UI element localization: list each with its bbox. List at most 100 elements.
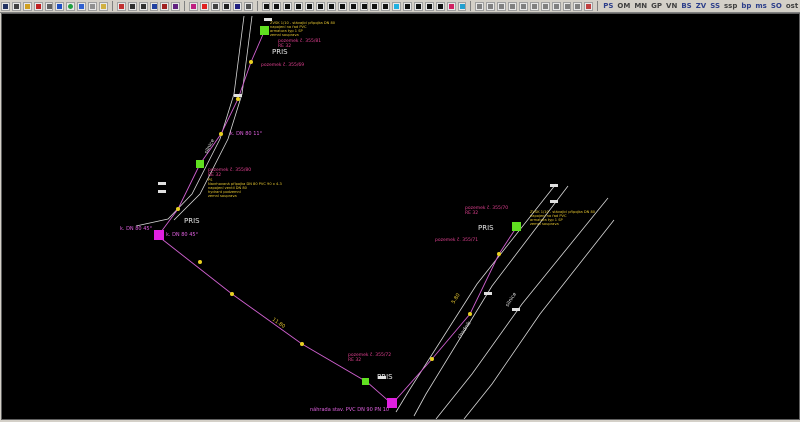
redraw-icon[interactable] (160, 1, 170, 11)
print-icon[interactable] (11, 1, 21, 11)
station-marker (512, 308, 520, 311)
draw-tool-2-icon[interactable] (272, 1, 282, 11)
survey-point (236, 97, 240, 101)
arc-icon[interactable] (497, 1, 507, 11)
flag-icon[interactable] (573, 1, 583, 11)
sheet-label: RE 32 (348, 357, 361, 363)
layer-button-zv[interactable]: ZV (696, 0, 707, 12)
pipe-note: náhrada stav. PVC DN 90 PN 10 (310, 406, 389, 413)
undo-icon[interactable] (116, 1, 126, 11)
toolbar-separator (111, 1, 113, 11)
open-file-icon[interactable] (22, 1, 32, 11)
arrow-icon[interactable] (519, 1, 528, 11)
layer-button-mn[interactable]: MN (634, 0, 647, 12)
insert-icon[interactable] (562, 1, 572, 11)
station-markers (158, 18, 558, 379)
pris-label: PRIS (478, 224, 494, 232)
station-marker (550, 184, 558, 187)
layer-button-ps[interactable]: PS (603, 0, 613, 12)
globe-icon[interactable] (66, 1, 76, 11)
layer-button-so[interactable]: SO (771, 0, 782, 12)
pris-label: PRIS (377, 373, 393, 381)
copy-icon[interactable] (88, 1, 98, 11)
layer-color-icon[interactable] (446, 1, 456, 11)
rotate-icon[interactable] (540, 1, 550, 11)
parcel-label: pozemek č. 355/70 (465, 204, 508, 211)
zoom-icon[interactable] (149, 1, 159, 11)
line-icon[interactable] (211, 1, 220, 11)
survey-point (230, 292, 234, 296)
draw-tool-16-icon[interactable] (435, 1, 445, 11)
layer-button-bs[interactable]: BS (681, 0, 691, 12)
preview-icon[interactable] (44, 1, 54, 11)
valve-marker (512, 222, 521, 231)
survey-point (198, 260, 202, 264)
note-line: zemní souprava (270, 33, 299, 37)
sheet-label: RE 32 (278, 43, 291, 49)
street-label: silnice (203, 138, 216, 155)
note-line: zemní souprava (208, 194, 237, 198)
color-icon[interactable] (200, 1, 209, 11)
layer-button-ss[interactable]: SS (710, 0, 720, 12)
layer-button-ost[interactable]: ost (786, 0, 798, 12)
draw-tool-1-icon[interactable] (261, 1, 271, 11)
drawing-canvas[interactable]: PRIS PRIS PRIS PRIS k. DN 80 11° k. DN 8… (1, 13, 800, 420)
layer-button-vn[interactable]: VN (666, 0, 677, 12)
layer-button-ms[interactable]: ms (755, 0, 766, 12)
draw-tool-5-icon[interactable] (305, 1, 314, 11)
draw-tool-13-icon[interactable] (403, 1, 413, 11)
draw-tool-9-icon[interactable] (348, 1, 358, 11)
layer-button-gp[interactable]: GP (651, 0, 662, 12)
cad-application-window: PS OM MN GP VN BS ZV SS ssp bp ms SO ost (0, 0, 800, 422)
save-icon[interactable] (1, 1, 10, 11)
junction-marker (154, 230, 164, 240)
dimension-icon[interactable] (508, 1, 518, 11)
layers-icon[interactable] (77, 1, 87, 11)
text-icon[interactable] (232, 1, 242, 11)
parcel-label: pozemek č. 355/71 (435, 236, 478, 243)
parcel-label: pozemek č. 355/72 (348, 351, 391, 358)
survey-point (249, 60, 253, 64)
layer-button-ssp[interactable]: ssp (724, 0, 737, 12)
bend-label: k. DN 80 11° (230, 131, 263, 137)
folder-icon[interactable] (99, 1, 108, 11)
draw-tool-12-icon[interactable] (381, 1, 391, 11)
street-label: silnice (505, 291, 518, 308)
draw-tool-11-icon[interactable] (370, 1, 380, 11)
grid-icon[interactable] (189, 1, 199, 11)
stop-icon[interactable] (584, 1, 594, 11)
draw-tool-7-icon[interactable] (326, 1, 336, 11)
shape-fill-icon[interactable] (392, 1, 402, 11)
layer-button-bp[interactable]: bp (741, 0, 751, 12)
measure-icon[interactable] (475, 1, 485, 11)
draw-tool-6-icon[interactable] (316, 1, 325, 11)
draw-tool-15-icon[interactable] (424, 1, 434, 11)
valve-marker (196, 160, 204, 168)
survey-point (300, 342, 304, 346)
main-toolbar: PS OM MN GP VN BS ZV SS ssp bp ms SO ost (0, 0, 800, 13)
save-as-icon[interactable] (33, 1, 43, 11)
select-icon[interactable] (221, 1, 231, 11)
draw-tool-3-icon[interactable] (283, 1, 293, 11)
pan-icon[interactable] (138, 1, 148, 11)
layer-button-om[interactable]: OM (617, 0, 630, 12)
station-marker (158, 190, 166, 193)
trim-icon[interactable] (551, 1, 561, 11)
station-marker (234, 94, 242, 97)
draw-tool-8-icon[interactable] (337, 1, 347, 11)
draw-tool-10-icon[interactable] (359, 1, 369, 11)
survey-points (176, 30, 501, 384)
snap-icon[interactable] (127, 1, 137, 11)
properties-icon[interactable] (55, 1, 65, 11)
toolbar-separator (597, 1, 599, 11)
move-icon[interactable] (529, 1, 539, 11)
hatch-icon[interactable] (171, 1, 181, 11)
survey-point (430, 357, 434, 361)
survey-point (176, 207, 180, 211)
note-block: PS Navrhovaná přípojka DN 80 PVC 90 x 4.… (208, 178, 282, 198)
monitor-icon[interactable] (457, 1, 467, 11)
draw-tool-14-icon[interactable] (414, 1, 423, 11)
chart-icon[interactable] (486, 1, 496, 11)
draw-tool-4-icon[interactable] (294, 1, 304, 11)
pencil-icon[interactable] (243, 1, 253, 11)
